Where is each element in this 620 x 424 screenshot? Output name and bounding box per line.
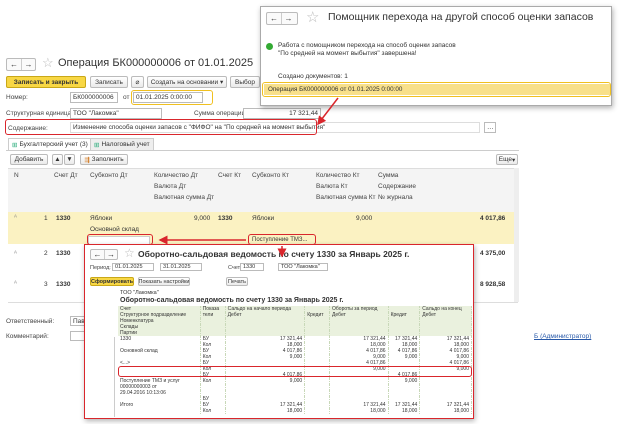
arrow-to-content — [317, 97, 339, 126]
connector-arrows — [158, 97, 339, 258]
